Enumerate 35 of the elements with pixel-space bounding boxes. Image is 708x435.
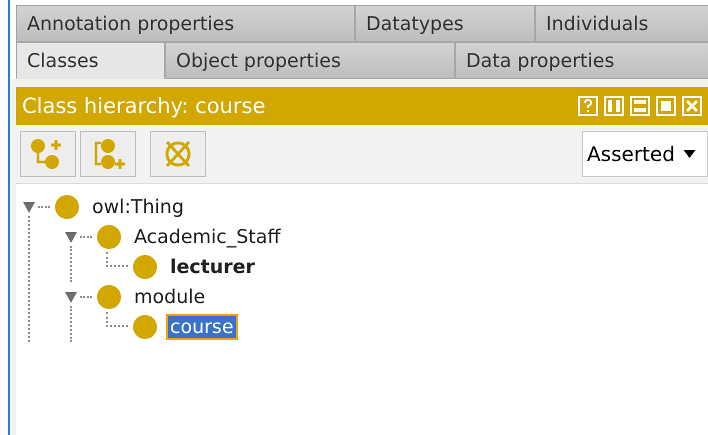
class-tree-item[interactable]: lecturer bbox=[166, 254, 259, 280]
tree-connector-line bbox=[106, 252, 128, 267]
maximize-icon[interactable] bbox=[656, 96, 676, 116]
tab[interactable]: Annotation properties bbox=[16, 5, 355, 42]
class-dot-icon bbox=[132, 254, 158, 280]
class-dot-icon bbox=[96, 284, 122, 310]
class-tree-item[interactable]: module bbox=[130, 284, 210, 310]
split-vertical-icon[interactable] bbox=[604, 96, 624, 116]
tree-connector-line bbox=[38, 206, 50, 208]
class-tree-item[interactable]: Academic_Staff bbox=[130, 224, 284, 250]
expanded-triangle-icon[interactable] bbox=[22, 200, 36, 214]
tab[interactable]: Object properties bbox=[165, 42, 455, 79]
split-horizontal-icon[interactable] bbox=[630, 96, 650, 116]
add-subclass-button[interactable] bbox=[20, 131, 76, 177]
class-tree-item[interactable]: course bbox=[166, 314, 238, 340]
delete-class-button[interactable] bbox=[150, 131, 206, 177]
tree-connector-line bbox=[80, 236, 92, 238]
tree-connector-line bbox=[106, 312, 128, 327]
class-dot-icon bbox=[96, 224, 122, 250]
add-sibling-button[interactable] bbox=[80, 131, 136, 177]
view-title: Class hierarchy: course bbox=[22, 94, 266, 118]
tree-connector-line bbox=[80, 296, 92, 298]
tab[interactable]: Classes bbox=[16, 42, 165, 79]
class-tree-item[interactable]: owl:Thing bbox=[88, 194, 188, 220]
tab[interactable]: Individuals bbox=[535, 5, 708, 42]
expanded-triangle-icon[interactable] bbox=[64, 230, 78, 244]
close-icon[interactable] bbox=[682, 96, 702, 116]
class-dot-icon bbox=[132, 314, 158, 340]
caret-icon bbox=[682, 150, 696, 158]
tab[interactable]: Datatypes bbox=[355, 5, 535, 42]
tab[interactable]: Data properties bbox=[455, 42, 708, 79]
help-icon[interactable] bbox=[578, 96, 598, 116]
mode-dropdown[interactable]: Asserted bbox=[582, 131, 708, 177]
expanded-triangle-icon[interactable] bbox=[64, 290, 78, 304]
class-dot-icon bbox=[54, 194, 80, 220]
